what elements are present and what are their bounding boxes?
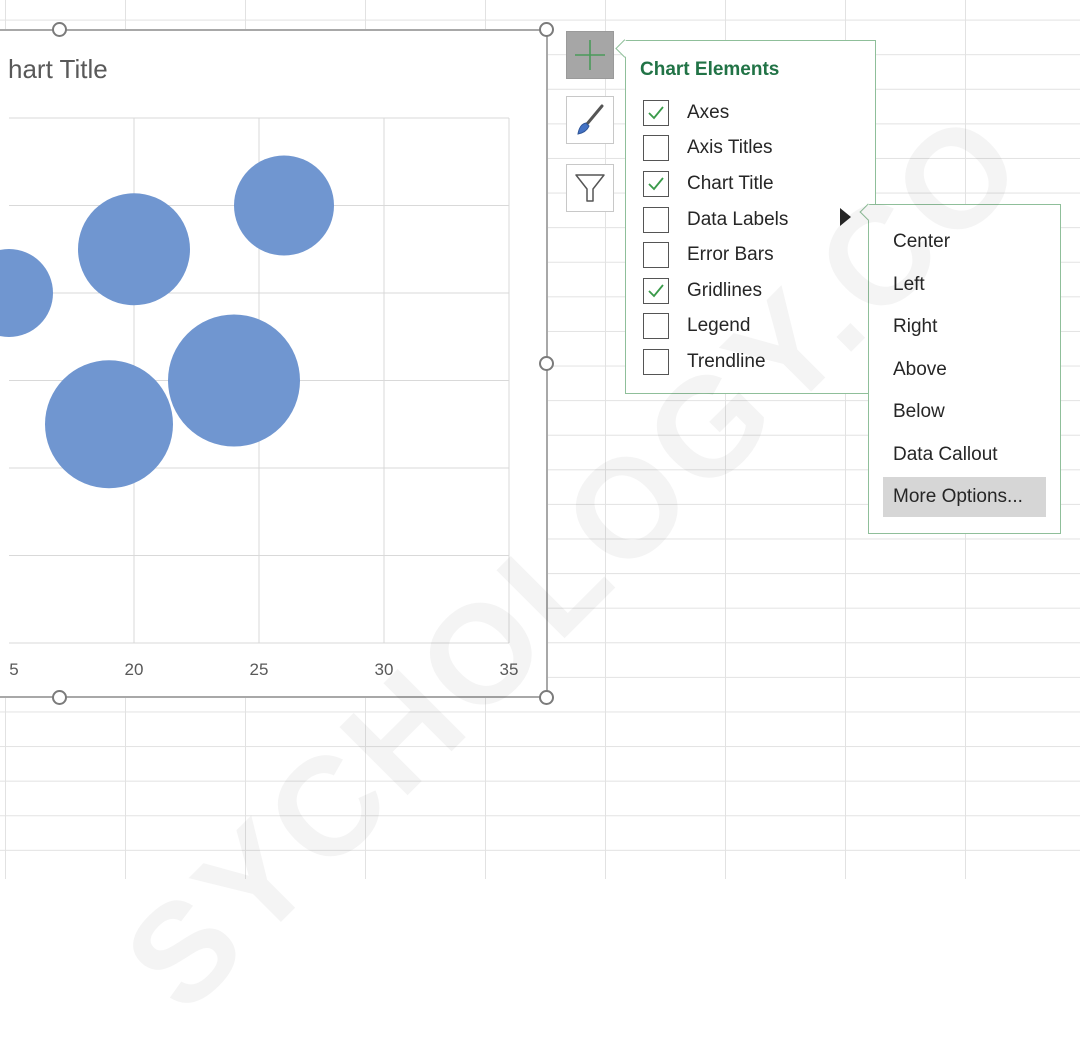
chart-elements-title: Chart Elements xyxy=(640,59,780,80)
checkbox[interactable] xyxy=(643,349,669,375)
resize-handle-top-center[interactable] xyxy=(52,22,67,37)
submenu-item-center[interactable]: Center xyxy=(883,222,1046,262)
plus-icon xyxy=(575,40,605,70)
chart-element-label: Data Labels xyxy=(687,209,789,230)
resize-handle-bottom-right[interactable] xyxy=(539,690,554,705)
submenu-item-below[interactable]: Below xyxy=(883,392,1046,432)
checkbox[interactable] xyxy=(643,278,669,304)
x-tick-label: 5 xyxy=(9,660,19,679)
chart-element-label: Error Bars xyxy=(687,244,774,265)
checkbox[interactable] xyxy=(643,135,669,161)
submenu-item-more-options[interactable]: More Options... xyxy=(883,477,1046,517)
checkbox[interactable] xyxy=(643,100,669,126)
checkbox[interactable] xyxy=(643,313,669,339)
checkbox[interactable] xyxy=(643,207,669,233)
x-tick-label: 20 xyxy=(124,660,144,679)
submenu-item-left[interactable]: Left xyxy=(883,265,1046,305)
chart-element-axis-titles[interactable]: Axis Titles xyxy=(643,134,773,162)
chart-element-legend[interactable]: Legend xyxy=(643,312,750,340)
checkmark-icon xyxy=(648,284,664,298)
submenu-item-right[interactable]: Right xyxy=(883,307,1046,347)
bubble-point[interactable] xyxy=(78,193,190,306)
resize-handle-bottom-center[interactable] xyxy=(52,690,67,705)
checkbox[interactable] xyxy=(643,171,669,197)
bubble-point[interactable] xyxy=(45,360,173,489)
chart-element-label: Chart Title xyxy=(687,173,774,194)
chart-filters-button[interactable] xyxy=(566,164,614,212)
chart-element-label: Axis Titles xyxy=(687,137,773,158)
checkmark-icon xyxy=(648,177,664,191)
chart-element-axes[interactable]: Axes xyxy=(643,99,729,127)
resize-handle-middle-right[interactable] xyxy=(539,356,554,371)
x-tick-label: 25 xyxy=(249,660,269,679)
bubble-point[interactable] xyxy=(168,314,300,447)
chart-element-label: Legend xyxy=(687,315,751,336)
submenu-item-above[interactable]: Above xyxy=(883,350,1046,390)
chart-elements-button[interactable] xyxy=(566,31,614,79)
chart-element-label: Gridlines xyxy=(687,280,762,301)
bubble-point[interactable] xyxy=(0,249,53,337)
checkmark-icon xyxy=(648,106,664,120)
submenu-item-data-callout[interactable]: Data Callout xyxy=(883,435,1046,475)
chart-element-gridlines[interactable]: Gridlines xyxy=(643,277,762,305)
chart-element-chart-title[interactable]: Chart Title xyxy=(643,170,774,198)
bubble-point[interactable] xyxy=(234,155,334,256)
chart-styles-button[interactable] xyxy=(566,96,614,144)
chart-element-error-bars[interactable]: Error Bars xyxy=(643,241,774,269)
chart-element-label: Trendline xyxy=(687,351,766,372)
checkbox[interactable] xyxy=(643,242,669,268)
chart-element-trendline[interactable]: Trendline xyxy=(643,348,766,376)
x-tick-label: 30 xyxy=(374,660,394,679)
resize-handle-top-right[interactable] xyxy=(539,22,554,37)
filter-icon xyxy=(575,174,605,202)
brush-icon xyxy=(577,104,604,135)
x-tick-label: 35 xyxy=(499,660,519,679)
chart-element-data-labels[interactable]: Data Labels xyxy=(643,206,788,234)
chart-element-label: Axes xyxy=(687,102,730,123)
submenu-arrow-icon[interactable] xyxy=(840,208,851,226)
